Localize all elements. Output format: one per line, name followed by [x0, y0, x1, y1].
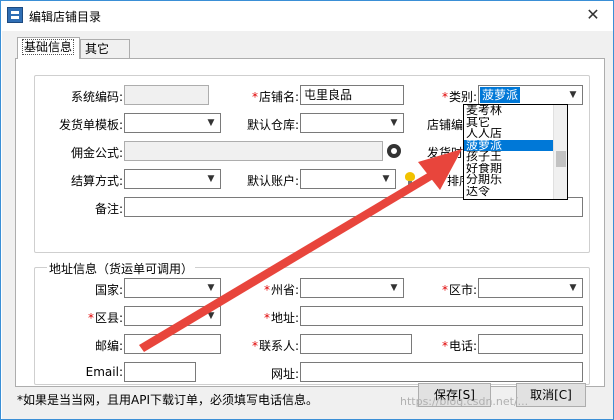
chevron-down-icon[interactable]: ▼: [565, 87, 581, 103]
commission-field: [124, 141, 383, 161]
dropdown-item[interactable]: 分期乐: [464, 174, 567, 186]
shop-name-input[interactable]: 屯里良品: [300, 85, 404, 105]
country-label: 国家:: [94, 283, 123, 297]
dropdown-item[interactable]: 达令: [464, 186, 567, 198]
chevron-down-icon[interactable]: ▼: [565, 280, 581, 296]
postcode-label: 邮编:: [94, 339, 123, 353]
phone-input[interactable]: [478, 334, 583, 354]
app-icon: [7, 7, 23, 23]
commission-label: 佣金公式:: [70, 146, 123, 160]
settlement-label: 结算方式:: [70, 174, 123, 188]
watermark-text: https://blog.csdn.net/...: [400, 395, 529, 408]
remark-label: 备注:: [94, 202, 123, 216]
client-area: 基础信息 其它 系统编码: *店铺名: 屯里良品 *类别: 菠萝派 ▼ 发货单模…: [2, 31, 613, 419]
system-code-label: 系统编码:: [70, 90, 123, 104]
dialog-window: 编辑店铺目录 ✕ 基础信息 其它 系统编码: *店铺名: 屯里良品 *类别: 菠…: [0, 0, 614, 420]
district-label: 区县:: [94, 311, 123, 325]
address-input[interactable]: [300, 306, 583, 326]
chevron-down-icon[interactable]: ▼: [203, 308, 219, 324]
close-button[interactable]: ✕: [581, 4, 605, 26]
category-label-wrap: *类别:: [415, 88, 477, 105]
tab-other[interactable]: 其它: [80, 39, 130, 59]
default-account-label: 默认账户:: [246, 174, 299, 188]
country-select[interactable]: ▼: [124, 278, 221, 298]
dropdown-items: 麦考林 其它 人人店 菠萝派 孩子王 好食期 分期乐 达令: [464, 105, 567, 197]
settlement-select[interactable]: ▼: [124, 169, 221, 189]
system-code-field: [124, 85, 209, 105]
chevron-down-icon[interactable]: ▼: [386, 115, 402, 131]
tab-basic-info-label: 基础信息: [22, 39, 75, 55]
required-mark: *: [263, 283, 270, 297]
category-dropdown-list[interactable]: 麦考林 其它 人人店 菠萝派 孩子王 好食期 分期乐 达令: [463, 104, 568, 200]
province-select[interactable]: ▼: [300, 278, 404, 298]
default-account-select[interactable]: ▼: [300, 169, 396, 189]
website-input[interactable]: [300, 362, 583, 382]
contact-label-wrap: *联系人:: [231, 337, 299, 354]
postcode-input[interactable]: [124, 334, 221, 354]
required-mark: *: [441, 90, 448, 104]
address-group: 地址信息（货运单可调用） 国家: ▼ *州省: ▼ *区市: ▼ *区县: ▼ …: [34, 260, 590, 385]
chevron-down-icon[interactable]: ▼: [378, 171, 394, 187]
email-label: Email:: [85, 365, 123, 379]
dropdown-item[interactable]: 其它: [464, 117, 567, 129]
address-legend: 地址信息（货运单可调用）: [47, 260, 196, 277]
chevron-down-icon[interactable]: ▼: [386, 280, 402, 296]
remark-input[interactable]: [124, 197, 583, 217]
contact-label: 联系人:: [258, 339, 299, 353]
province-label-wrap: *州省:: [231, 281, 299, 298]
district-select[interactable]: ▼: [124, 306, 221, 326]
phone-label: 电话:: [448, 339, 477, 353]
required-mark: *: [441, 339, 448, 353]
default-warehouse-select[interactable]: ▼: [300, 113, 404, 133]
ship-template-select[interactable]: ▼: [124, 113, 221, 133]
required-mark: *: [263, 311, 270, 325]
city-label: 区市:: [448, 283, 477, 297]
gear-icon[interactable]: [387, 144, 401, 158]
title-bar: 编辑店铺目录 ✕: [1, 1, 613, 31]
footer-note: *如果是当当网，且用API下载订单，必须填写电话信息。: [17, 393, 318, 407]
chevron-down-icon[interactable]: ▼: [203, 280, 219, 296]
category-select[interactable]: 菠萝派 ▼: [478, 85, 583, 105]
tab-basic-info[interactable]: 基础信息: [17, 37, 80, 59]
category-label: 类别:: [448, 90, 477, 104]
dropdown-item[interactable]: 菠萝派: [464, 139, 567, 151]
email-input[interactable]: [124, 362, 196, 382]
city-label-wrap: *区市:: [415, 281, 477, 298]
lightbulb-icon[interactable]: [405, 172, 415, 185]
shop-name-label-wrap: *店铺名:: [231, 88, 299, 105]
website-label: 网址:: [270, 367, 299, 381]
category-selected-value: 菠萝派: [480, 87, 521, 103]
dropdown-scrollbar[interactable]: [553, 105, 567, 199]
window-title: 编辑店铺目录: [29, 10, 102, 24]
dropdown-item[interactable]: 人人店: [464, 128, 567, 140]
phone-label-wrap: *电话:: [415, 337, 477, 354]
province-label: 州省:: [270, 283, 299, 297]
chevron-down-icon[interactable]: ▼: [203, 171, 219, 187]
required-mark: *: [87, 311, 94, 325]
shop-name-label: 店铺名:: [258, 90, 299, 104]
required-mark: *: [251, 90, 258, 104]
city-select[interactable]: ▼: [478, 278, 583, 298]
address-label-wrap: *地址:: [231, 309, 299, 326]
dropdown-item[interactable]: 好食期: [464, 163, 567, 175]
dropdown-item[interactable]: 孩子王: [464, 151, 567, 163]
dropdown-item[interactable]: 麦考林: [464, 105, 567, 117]
address-label: 地址:: [270, 311, 299, 325]
default-warehouse-label: 默认仓库:: [246, 118, 299, 132]
chevron-down-icon[interactable]: ▼: [203, 115, 219, 131]
contact-input[interactable]: [300, 334, 412, 354]
dropdown-scroll-thumb[interactable]: [556, 151, 566, 167]
district-label-wrap: *区县:: [45, 309, 123, 326]
required-mark: *: [441, 283, 448, 297]
required-mark: *: [251, 339, 258, 353]
ship-template-label: 发货单模板:: [58, 118, 123, 132]
